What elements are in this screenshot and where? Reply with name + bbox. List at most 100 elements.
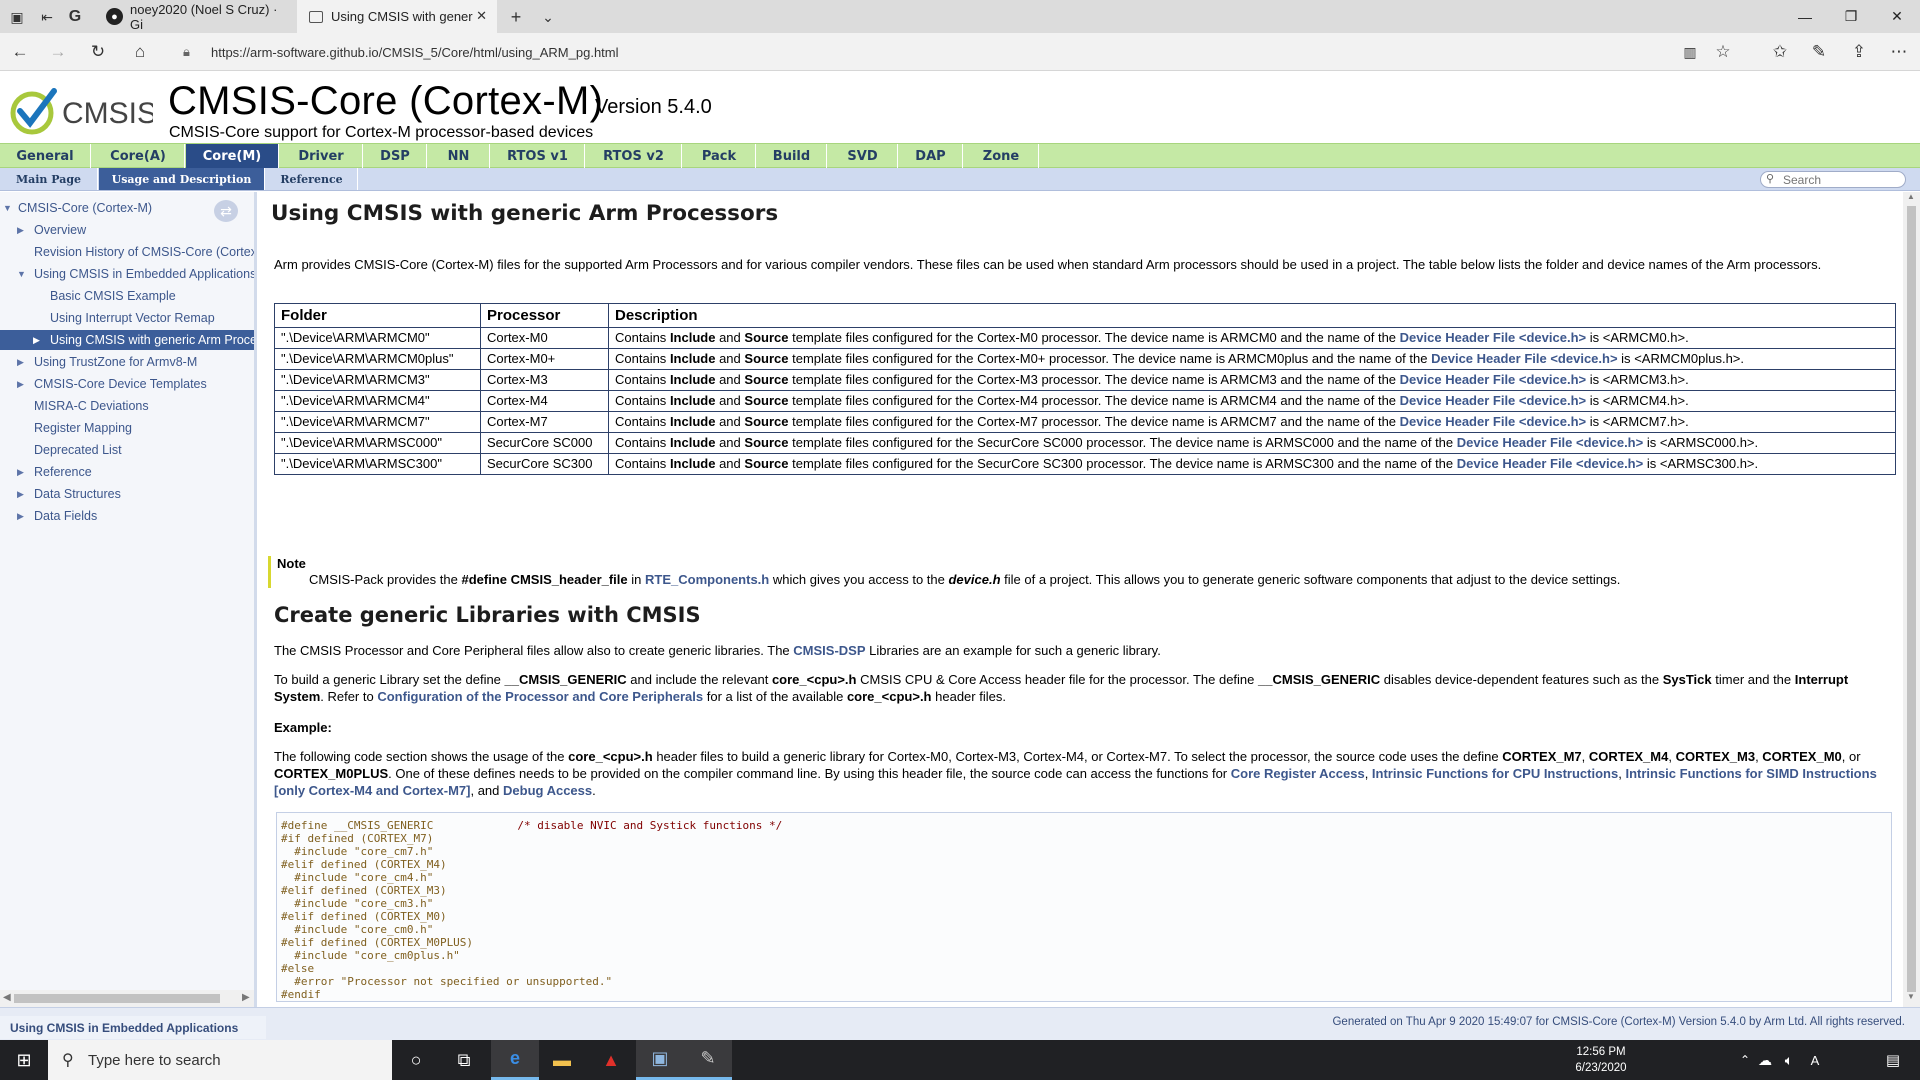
app-window-icon[interactable]: ▣ — [636, 1040, 684, 1080]
forward-icon[interactable]: → — [46, 41, 70, 63]
nav-item-using-cmsis[interactable]: ▼ Using CMSIS in Embedded Applications — [0, 264, 254, 284]
file-explorer-icon[interactable]: ▬ — [538, 1040, 586, 1080]
nav-item-deprecated[interactable]: Deprecated List — [0, 440, 254, 460]
tab-github[interactable]: ● noey2020 (Noel S Cruz) · Gi — [96, 0, 292, 33]
navpath-link[interactable]: Using CMSIS in Embedded Applications — [0, 1016, 266, 1039]
task-view-icon[interactable]: ⧉ — [440, 1040, 488, 1080]
tab-main-page[interactable]: Main Page — [0, 168, 98, 190]
rte-components-link[interactable]: RTE_Components.h — [645, 572, 769, 587]
collapsed-arrow-icon[interactable]: ▶ — [17, 511, 24, 522]
scroll-right-icon[interactable]: ▶ — [242, 992, 250, 1003]
tab-rtos-v2[interactable]: RTOS v2 — [586, 144, 682, 168]
search-box[interactable]: ⚲ — [1760, 171, 1906, 188]
nav-item-generic-arm[interactable]: ▶ Using CMSIS with generic Arm Processor… — [0, 330, 254, 350]
device-header-link[interactable]: Device Header File <device.h> — [1400, 414, 1586, 429]
nav-horizontal-scrollbar[interactable]: ◀ ▶ — [0, 990, 254, 1007]
tab-nn[interactable]: NN — [428, 144, 490, 168]
content-vertical-scrollbar[interactable]: ▲ ▼ — [1903, 192, 1920, 1007]
collapsed-arrow-icon[interactable]: ▶ — [17, 225, 24, 236]
nav-item-data-fields[interactable]: ▶ Data Fields — [0, 506, 254, 526]
device-header-link[interactable]: Device Header File <device.h> — [1400, 393, 1586, 408]
close-tab-icon[interactable]: ✕ — [476, 8, 487, 24]
nav-item-register-mapping[interactable]: Register Mapping — [0, 418, 254, 438]
scrollbar-thumb[interactable] — [14, 994, 220, 1003]
collapsed-arrow-icon[interactable]: ▶ — [33, 335, 40, 346]
device-header-link[interactable]: Device Header File <device.h> — [1400, 330, 1586, 345]
tabs-aside-icon[interactable]: ⇤ — [36, 6, 58, 28]
configuration-link[interactable]: Configuration of the Processor and Core … — [377, 689, 703, 704]
restore-icon[interactable]: ❐ — [1828, 0, 1874, 33]
window-close-icon[interactable]: ✕ — [1874, 0, 1920, 33]
nav-item-revision-history[interactable]: Revision History of CMSIS-Core (Cortex-M… — [0, 242, 254, 262]
refresh-icon[interactable]: ↻ — [86, 41, 110, 63]
tab-reference[interactable]: Reference — [266, 168, 358, 190]
tab-core-m[interactable]: Core(M) — [186, 144, 279, 168]
favorites-icon[interactable]: ✩ — [1768, 41, 1792, 63]
cortana-icon[interactable]: ○ — [392, 1040, 440, 1080]
tab-dsp[interactable]: DSP — [364, 144, 427, 168]
favorite-star-icon[interactable]: ☆ — [1711, 41, 1735, 63]
minimize-icon[interactable]: — — [1782, 0, 1828, 33]
ime-icon[interactable]: A — [1801, 1040, 1829, 1080]
tab-driver[interactable]: Driver — [280, 144, 363, 168]
scroll-down-icon[interactable]: ▼ — [1907, 992, 1915, 1001]
start-windows-icon[interactable]: ⊞ — [0, 1040, 48, 1080]
nav-item-device-templates[interactable]: ▶ CMSIS-Core Device Templates — [0, 374, 254, 394]
collapsed-arrow-icon[interactable]: ▶ — [17, 467, 24, 478]
collapsed-arrow-icon[interactable]: ▶ — [17, 489, 24, 500]
search-input[interactable] — [1783, 173, 1901, 187]
pen-icon[interactable]: ✎ — [1807, 41, 1831, 63]
more-icon[interactable]: ⋯ — [1887, 41, 1911, 63]
nav-item-basic-example[interactable]: Basic CMSIS Example — [0, 286, 254, 306]
intrinsic-cpu-link[interactable]: Intrinsic Functions for CPU Instructions — [1372, 766, 1618, 781]
tab-dap[interactable]: DAP — [899, 144, 963, 168]
tab-build[interactable]: Build — [757, 144, 827, 168]
collapsed-arrow-icon[interactable]: ▶ — [17, 379, 24, 390]
tab-zone[interactable]: Zone — [964, 144, 1039, 168]
url-text[interactable]: https://arm-software.github.io/CMSIS_5/C… — [211, 45, 619, 60]
taskbar-search[interactable]: ⚲ Type here to search — [48, 1040, 392, 1080]
scroll-left-icon[interactable]: ◀ — [3, 992, 11, 1003]
share-icon[interactable]: ⇪ — [1847, 41, 1871, 63]
nav-item-trustzone[interactable]: ▶ Using TrustZone for Armv8-M — [0, 352, 254, 372]
tab-preview-chevron-icon[interactable]: ⌄ — [537, 6, 559, 28]
scroll-up-icon[interactable]: ▲ — [1907, 192, 1915, 201]
paint-icon[interactable]: ✎ — [684, 1040, 732, 1080]
back-icon[interactable]: ← — [8, 41, 32, 63]
tab-cmsis[interactable]: Using CMSIS with gener ✕ — [297, 0, 497, 33]
device-header-link[interactable]: Device Header File <device.h> — [1400, 372, 1586, 387]
volume-icon[interactable]: 🔈︎ — [1777, 1040, 1801, 1080]
device-header-link[interactable]: Device Header File <device.h> — [1431, 351, 1617, 366]
nav-item-data-structures[interactable]: ▶ Data Structures — [0, 484, 254, 504]
nav-item-reference[interactable]: ▶ Reference — [0, 462, 254, 482]
onedrive-icon[interactable]: ☁ — [1753, 1040, 1777, 1080]
home-icon[interactable]: ⌂ — [128, 41, 152, 63]
nav-item-misra[interactable]: MISRA-C Deviations — [0, 396, 254, 416]
nav-item-overview[interactable]: ▶ Overview — [0, 220, 254, 240]
device-header-link[interactable]: Device Header File <device.h> — [1457, 435, 1643, 450]
nav-item-vector-remap[interactable]: Using Interrupt Vector Remap — [0, 308, 254, 328]
scrollbar-thumb[interactable] — [1907, 206, 1916, 992]
notifications-icon[interactable]: ▤ — [1872, 1040, 1914, 1080]
expanded-arrow-icon[interactable]: ▼ — [3, 203, 12, 213]
tab-pack[interactable]: Pack — [683, 144, 756, 168]
taskbar-clock[interactable]: 12:56 PM 6/23/2020 — [1565, 1044, 1637, 1076]
search-icon[interactable]: ⚲ — [1766, 172, 1774, 185]
sync-toc-icon[interactable]: ⇄ — [214, 200, 238, 222]
core-register-access-link[interactable]: Core Register Access — [1231, 766, 1365, 781]
google-icon[interactable]: G — [64, 6, 86, 28]
cmsis-dsp-link[interactable]: CMSIS-DSP — [793, 643, 865, 658]
acrobat-icon[interactable]: ▲ — [587, 1040, 635, 1080]
new-tab-icon[interactable]: + — [505, 6, 527, 28]
tab-usage-and-description[interactable]: Usage and Description — [99, 168, 265, 190]
tab-general[interactable]: General — [0, 144, 91, 168]
reading-view-icon[interactable]: ▥ — [1678, 41, 1702, 63]
device-header-link[interactable]: Device Header File <device.h> — [1457, 456, 1643, 471]
tab-rtos-v1[interactable]: RTOS v1 — [491, 144, 585, 168]
tray-chevron-icon[interactable]: ⌃ — [1735, 1040, 1755, 1080]
edge-icon[interactable]: e — [491, 1040, 539, 1080]
tab-core-a[interactable]: Core(A) — [92, 144, 185, 168]
expanded-arrow-icon[interactable]: ▼ — [17, 269, 26, 279]
tab-actions-icon[interactable]: ▣ — [6, 6, 28, 28]
collapsed-arrow-icon[interactable]: ▶ — [17, 357, 24, 368]
